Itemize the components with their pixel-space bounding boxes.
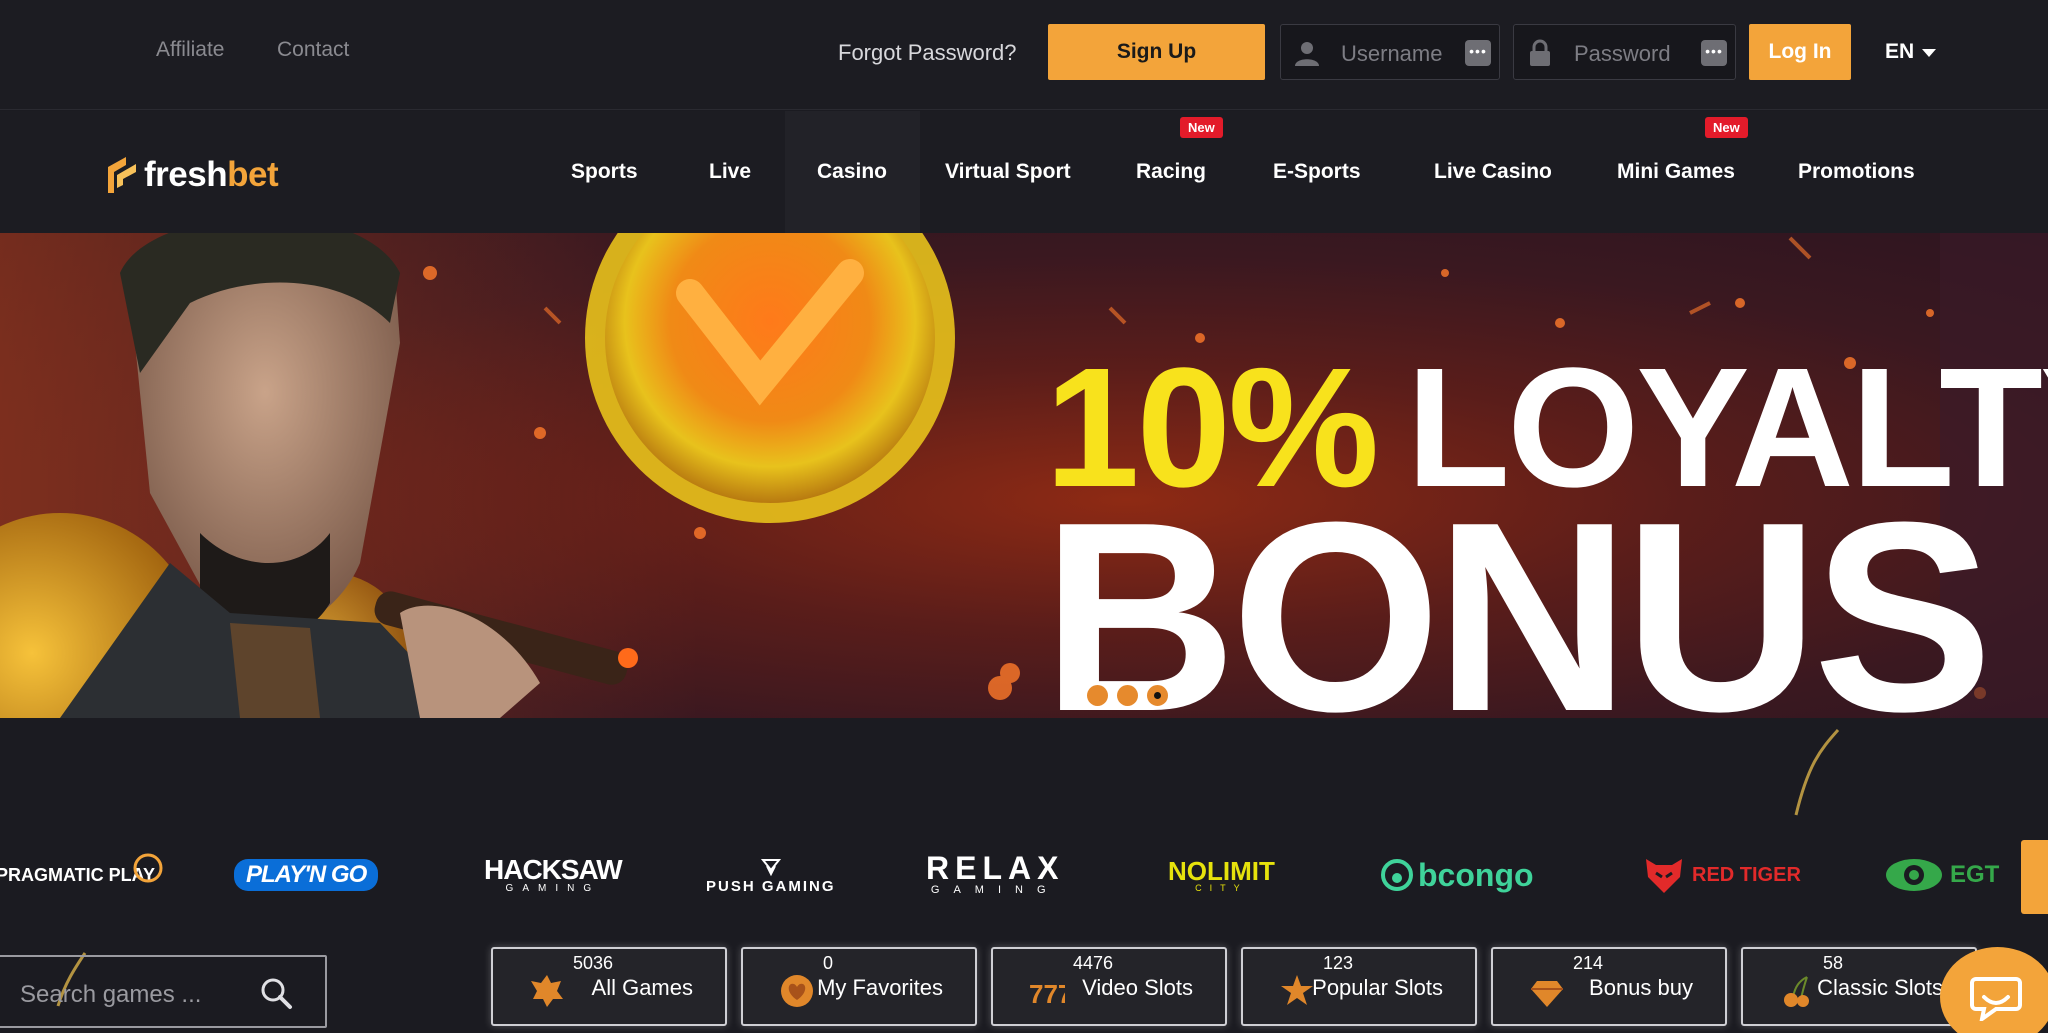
provider-hacksaw[interactable]: HACKSAW GAMING [484, 850, 623, 900]
freshbet-logo[interactable]: freshbet [106, 151, 279, 199]
category-label: All Games [591, 975, 693, 1000]
side-panel-tab[interactable] [2021, 840, 2048, 914]
provider-pragmatic-play[interactable]: PRAGMATIC PLAY [0, 850, 163, 900]
forgot-password-link[interactable]: Forgot Password? [838, 40, 1017, 66]
booongo-icon [1381, 859, 1413, 891]
nav-casino[interactable]: Casino [817, 160, 887, 184]
provider-red-tiger[interactable]: RED TIGER [1642, 850, 1801, 900]
search-games-input[interactable]: Search games ... [0, 955, 327, 1028]
nav-racing[interactable]: Racing [1136, 160, 1206, 184]
nav-virtual-sport[interactable]: Virtual Sport [945, 160, 1071, 184]
provider-playngo[interactable]: PLAY'N GO [234, 850, 379, 900]
chat-icon [1970, 977, 2022, 1021]
chevron-down-icon[interactable] [1922, 49, 1936, 57]
log-in-button[interactable]: Log In [1749, 24, 1851, 80]
category-popular-slots[interactable]: 123 Popular Slots [1241, 947, 1477, 1026]
nav-live[interactable]: Live [709, 160, 751, 184]
push-gaming-icon [760, 858, 781, 876]
promo-banner[interactable]: 10%LOYALTY BONUS [0, 233, 2048, 718]
category-label: Classic Slots [1817, 975, 1943, 1000]
svg-text:777: 777 [1029, 979, 1065, 1009]
category-label: Video Slots [1082, 975, 1193, 1000]
heart-icon [781, 975, 813, 1007]
category-count: 5036 [573, 953, 614, 973]
category-my-favorites[interactable]: 0 My Favorites [741, 947, 977, 1026]
provider-push-gaming[interactable]: PUSH GAMING [706, 850, 836, 900]
affiliate-link[interactable]: Affiliate [156, 38, 225, 62]
main-nav: freshbet Sports Live Casino Virtual Spor… [0, 111, 2048, 233]
nav-promotions[interactable]: Promotions [1798, 160, 1915, 184]
star-icon [1281, 975, 1313, 1005]
password-field[interactable]: Password ••• [1513, 24, 1736, 80]
top-bar: Affiliate Contact Forgot Password? Sign … [0, 0, 2048, 110]
provider-booongo[interactable]: bcongo [1380, 850, 1534, 900]
category-label: Bonus buy [1589, 975, 1693, 1000]
carousel-dots [1087, 685, 1168, 706]
sevens-icon: 777 [1029, 979, 1065, 1009]
search-icon[interactable] [258, 975, 294, 1011]
new-badge: New [1180, 117, 1223, 138]
category-count: 0 [823, 953, 834, 973]
pragmatic-play-icon [133, 853, 163, 883]
sign-up-button[interactable]: Sign Up [1048, 24, 1265, 80]
cherry-icon [1784, 976, 1809, 1007]
all-games-icon [531, 975, 563, 1007]
category-count: 58 [1823, 953, 1844, 973]
carousel-dot[interactable] [1087, 685, 1108, 706]
providers-strip: PRAGMATIC PLAY PLAY'N GO HACKSAW GAMING … [0, 840, 2048, 910]
decorative-streak [1794, 728, 1840, 816]
password-placeholder: Password [1574, 41, 1671, 66]
nav-sports[interactable]: Sports [571, 160, 638, 184]
category-all-games[interactable]: 5036 All Games [491, 947, 727, 1026]
egt-icon [1886, 859, 1942, 891]
carousel-dot-active[interactable] [1147, 685, 1168, 706]
category-label: My Favorites [817, 975, 943, 1000]
category-bonus-buy[interactable]: 214 Bonus buy [1491, 947, 1727, 1026]
password-manager-icon[interactable]: ••• [1465, 40, 1491, 66]
diamond-icon [1531, 981, 1563, 1007]
category-video-slots[interactable]: 4476 777 Video Slots [991, 947, 1227, 1026]
provider-egt[interactable]: EGT [1884, 850, 1999, 900]
language-selector[interactable]: EN [1885, 40, 1914, 64]
contact-link[interactable]: Contact [277, 38, 349, 62]
password-manager-icon[interactable]: ••• [1701, 40, 1727, 66]
username-placeholder: Username [1341, 41, 1443, 66]
lock-icon [1530, 39, 1550, 66]
category-count: 123 [1323, 953, 1354, 973]
logo-text: freshbet [144, 155, 279, 194]
carousel-dot[interactable] [1117, 685, 1138, 706]
category-count: 4476 [1073, 953, 1114, 973]
user-icon [1295, 42, 1319, 66]
search-placeholder: Search games ... [20, 981, 202, 1008]
category-label: Popular Slots [1312, 975, 1443, 1000]
logo-mark-icon [108, 157, 136, 193]
provider-relax-gaming[interactable]: RELAX GAMING [926, 850, 1064, 900]
new-badge: New [1705, 117, 1748, 138]
category-count: 214 [1573, 953, 1604, 973]
provider-nolimit-city[interactable]: NOLIMIT CITY [1168, 850, 1275, 900]
red-tiger-icon [1646, 859, 1682, 893]
nav-mini-games[interactable]: Mini Games [1617, 160, 1735, 184]
banner-bonus-text: BONUS [1042, 467, 1993, 719]
nav-live-casino[interactable]: Live Casino [1434, 160, 1552, 184]
nav-e-sports[interactable]: E-Sports [1273, 160, 1361, 184]
username-field[interactable]: Username ••• [1280, 24, 1500, 80]
